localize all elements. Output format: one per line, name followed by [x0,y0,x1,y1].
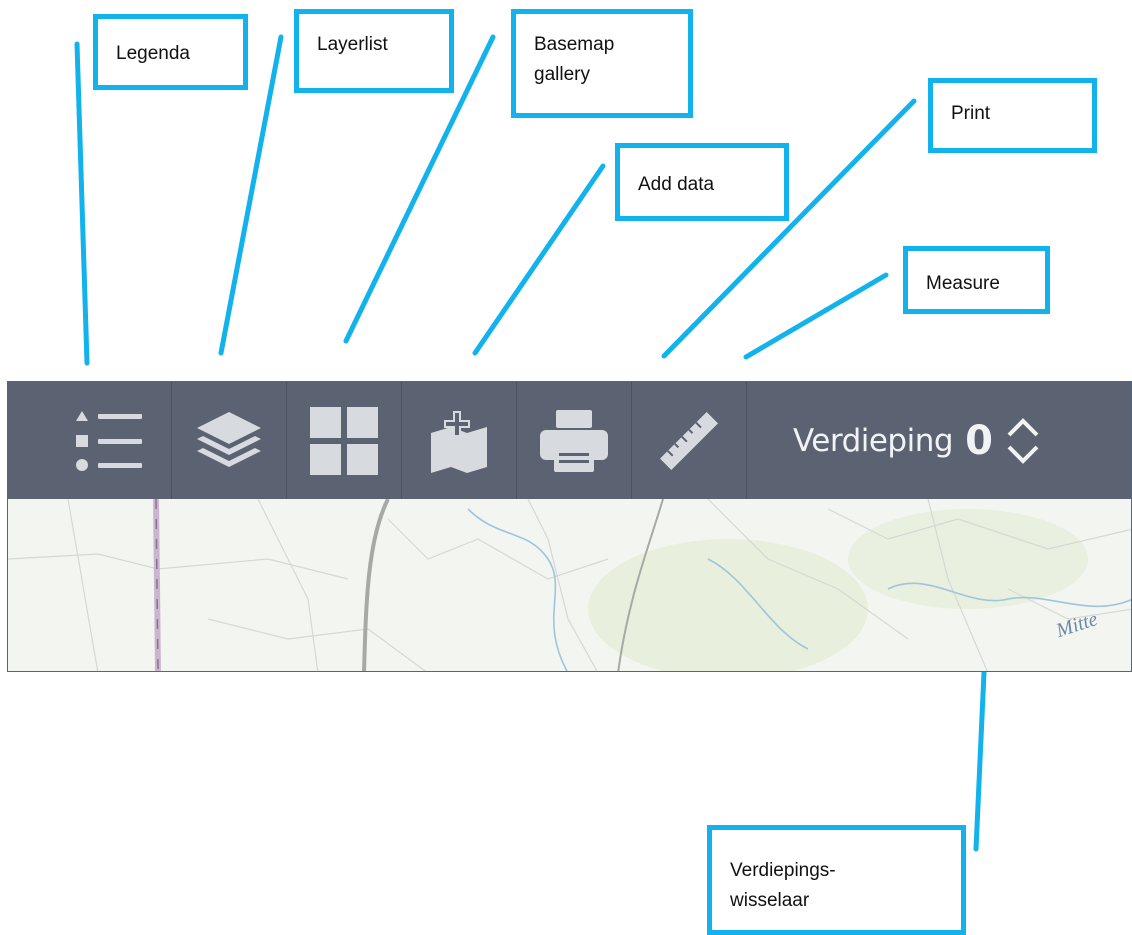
floor-value: 0 [965,417,993,464]
callout-floor-switch-line1: Verdiepings- [730,860,836,881]
map-view[interactable]: Mitte [8,499,1131,671]
callout-legenda-text: Legenda [116,43,190,64]
map-background [8,499,1131,671]
callout-measure: Measure [903,246,1050,314]
layerlist-button[interactable] [172,382,287,499]
callout-legenda: Legenda [93,14,248,90]
callout-print-text: Print [951,103,991,124]
chevron-down-icon[interactable] [1003,441,1043,471]
add-data-button[interactable] [402,382,517,499]
floor-switcher: Verdieping 0 [793,382,1043,499]
widget-toolbar: Verdieping 0 [8,382,1131,499]
callout-layerlist: Layerlist [294,9,454,93]
leader-measure [743,272,889,360]
grid-icon [310,406,378,475]
callout-basemap-gallery: Basemap gallery [511,9,693,118]
add-data-icon [431,410,487,473]
callout-print: Print [928,78,1097,153]
callout-floor-switch: Verdiepings- wisselaar [707,825,966,935]
layers-icon [197,411,261,467]
callout-basemap-line1: Basemap [534,34,615,55]
ruler-icon [660,411,718,470]
callout-layerlist-text: Layerlist [317,34,388,55]
legend-button[interactable] [8,382,172,499]
callout-measure-text: Measure [926,273,1000,294]
measure-button[interactable] [632,382,747,499]
callout-basemap-line2: gallery [534,64,590,85]
leader-add-data [472,163,606,356]
callout-floor-switch-line2: wisselaar [730,890,810,911]
callout-add-data-text: Add data [638,174,715,195]
app-screenshot: Verdieping 0 Mitte [7,381,1132,672]
printer-icon [540,409,608,472]
floor-arrows [1003,411,1043,471]
leader-legenda [74,41,90,366]
print-button[interactable] [517,382,632,499]
leader-print [661,98,917,359]
chevron-up-icon[interactable] [1003,411,1043,441]
floor-label: Verdieping [793,422,954,459]
list-icon [75,410,142,471]
callout-add-data: Add data [615,143,789,221]
basemap-gallery-button[interactable] [287,382,402,499]
